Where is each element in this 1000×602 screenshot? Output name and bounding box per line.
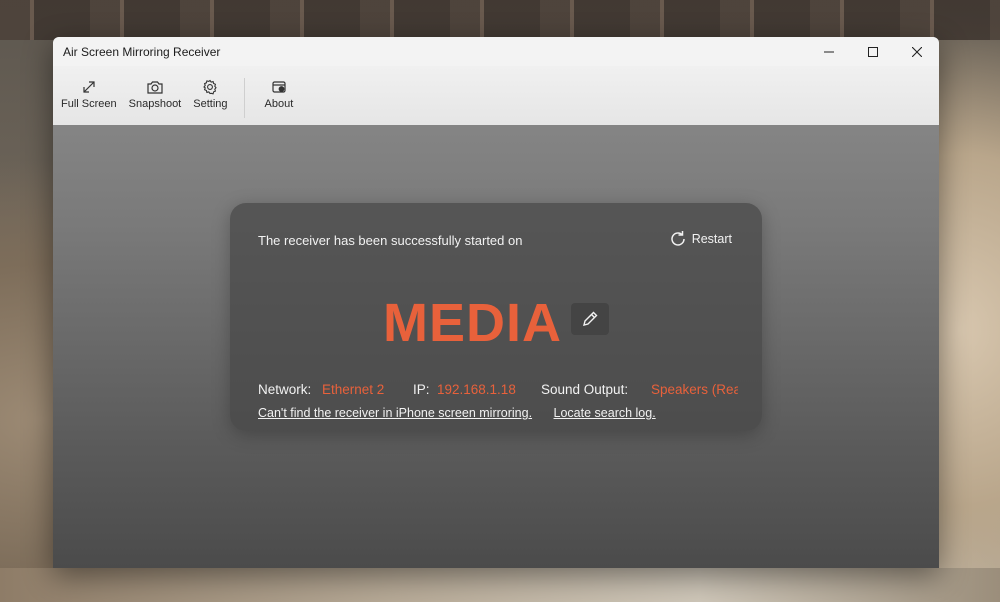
sound-output-value: Speakers (Rea (651, 382, 738, 397)
maximize-icon (868, 46, 878, 57)
snapshoot-label: Snapshoot (128, 98, 182, 110)
receiver-status-card: The receiver has been successfully start… (230, 203, 762, 431)
snapshoot-button[interactable]: Snapshoot (125, 78, 186, 118)
background-fence (0, 0, 1000, 40)
full-screen-label: Full Screen (61, 98, 117, 110)
window-controls (807, 37, 939, 66)
toolbar-separator (243, 78, 245, 118)
receiver-help-link[interactable]: Can't find the receiver in iPhone screen… (258, 406, 532, 420)
setting-label: Setting (193, 98, 228, 110)
restart-label: Restart (691, 232, 732, 246)
gear-icon (202, 78, 218, 96)
close-button[interactable] (895, 37, 939, 66)
restart-button[interactable]: Restart (668, 229, 732, 249)
about-label: About (264, 98, 294, 110)
edit-name-button[interactable] (571, 303, 609, 335)
title-bar[interactable]: Air Screen Mirroring Receiver (53, 37, 939, 66)
close-icon (912, 46, 922, 57)
window-title: Air Screen Mirroring Receiver (63, 44, 221, 59)
device-name: MEDIA (383, 293, 562, 353)
camera-icon (146, 78, 164, 96)
app-window: Air Screen Mirroring Receiver Full Scree… (53, 37, 939, 568)
minimize-icon (824, 51, 834, 52)
search-log-link[interactable]: Locate search log. (554, 406, 656, 420)
connection-info: Network: Ethernet 2 IP: 192.168.1.18 Sou… (258, 382, 738, 400)
sound-output-label: Sound Output: (541, 382, 629, 397)
setting-button[interactable]: Setting (189, 78, 231, 118)
minimize-button[interactable] (807, 37, 851, 66)
info-icon (271, 78, 287, 96)
full-screen-button[interactable]: Full Screen (57, 78, 121, 118)
refresh-icon (670, 231, 685, 246)
background-ground (0, 568, 1000, 602)
network-value: Ethernet 2 (322, 382, 385, 397)
expand-icon (81, 78, 97, 96)
ip-label: IP: (413, 382, 430, 397)
main-content: The receiver has been successfully start… (53, 125, 939, 568)
status-message: The receiver has been successfully start… (258, 233, 523, 248)
about-button[interactable]: About (261, 78, 298, 118)
maximize-button[interactable] (851, 37, 895, 66)
pencil-icon (583, 311, 598, 326)
ip-value: 192.168.1.18 (437, 382, 516, 397)
network-label: Network: (258, 382, 312, 397)
help-links: Can't find the receiver in iPhone screen… (258, 406, 674, 420)
toolbar: Full Screen Snapshoot Setting About (53, 66, 939, 125)
